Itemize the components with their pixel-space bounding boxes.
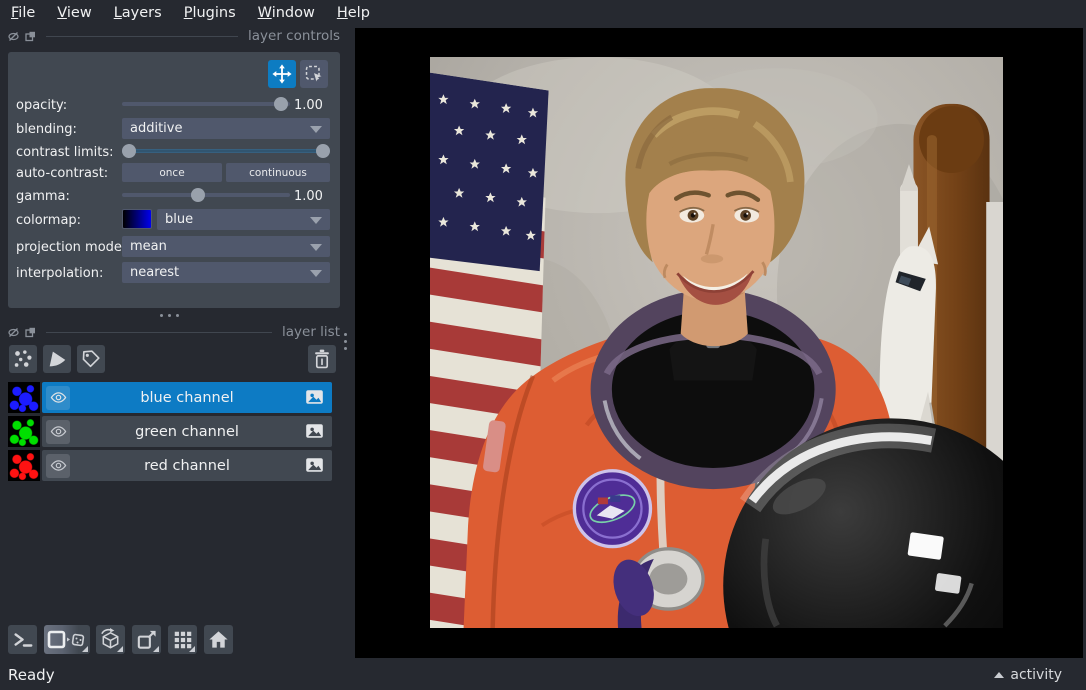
layer-row-blue-channel[interactable]: blue channel xyxy=(42,382,332,413)
layer-thumbnail-green[interactable] xyxy=(8,416,40,447)
labels-layer-icon xyxy=(82,350,100,368)
home-icon xyxy=(209,631,228,648)
transform-icon xyxy=(305,65,322,82)
layer-controls-title: layer controls xyxy=(248,28,340,44)
menu-file[interactable]: File xyxy=(0,3,46,23)
image-layer-icon xyxy=(305,423,324,439)
colormap-swatch[interactable] xyxy=(122,209,152,229)
layer-row-green-channel[interactable]: green channel xyxy=(42,416,332,447)
projection-mode-value: mean xyxy=(130,239,167,254)
expand-corner-icon xyxy=(117,646,123,652)
layer-row-red-channel[interactable]: red channel xyxy=(42,450,332,481)
gamma-label: gamma: xyxy=(16,189,70,204)
menu-view[interactable]: View xyxy=(46,3,102,23)
delete-layer-button[interactable] xyxy=(308,345,336,373)
dropdown-caret-icon xyxy=(310,217,322,224)
auto-contrast-once-button[interactable]: once xyxy=(122,163,222,182)
layer-name: red channel xyxy=(144,457,230,474)
interpolation-value: nearest xyxy=(130,265,180,280)
float-panel-icon[interactable] xyxy=(25,327,36,338)
napari-window: File View Layers Plugins Window Help lay… xyxy=(0,0,1086,690)
layer-list-header: layer list xyxy=(8,324,340,340)
contrast-limits-slider[interactable] xyxy=(122,144,330,158)
layer-list-title: layer list xyxy=(282,324,340,340)
colormap-label: colormap: xyxy=(16,213,82,228)
new-shapes-layer-button[interactable] xyxy=(43,345,71,373)
shapes-layer-icon xyxy=(49,351,66,367)
blending-value: additive xyxy=(130,121,183,136)
menu-plugins[interactable]: Plugins xyxy=(173,3,247,23)
colormap-dropdown[interactable]: blue xyxy=(157,209,330,230)
hide-panel-icon[interactable] xyxy=(8,327,19,338)
dropdown-caret-icon xyxy=(310,244,322,251)
viewer-canvas[interactable] xyxy=(355,28,1083,658)
activity-expand-icon xyxy=(994,672,1005,678)
blending-label: blending: xyxy=(16,122,77,137)
expand-corner-icon xyxy=(189,646,195,652)
dropdown-caret-icon xyxy=(310,270,322,277)
layer-name: green channel xyxy=(135,423,239,440)
float-panel-icon[interactable] xyxy=(25,31,36,42)
transpose-dimensions-button[interactable] xyxy=(132,625,161,654)
activity-label: activity xyxy=(1010,667,1062,683)
menu-window[interactable]: Window xyxy=(247,3,326,23)
transform-button[interactable] xyxy=(300,60,328,88)
interpolation-dropdown[interactable]: nearest xyxy=(122,262,330,283)
opacity-label: opacity: xyxy=(16,98,68,113)
colormap-value: blue xyxy=(165,212,194,227)
panel-resize-handle[interactable] xyxy=(160,314,179,317)
hide-panel-icon[interactable] xyxy=(8,31,19,42)
delete-icon xyxy=(315,349,329,369)
dropdown-caret-icon xyxy=(310,126,322,133)
points-layer-icon xyxy=(14,350,32,367)
status-message: Ready xyxy=(8,666,55,684)
expand-corner-icon xyxy=(153,646,159,652)
layer-thumbnail-red[interactable] xyxy=(8,450,40,481)
layer-controls-header: layer controls xyxy=(8,28,340,44)
layer-name: blue channel xyxy=(140,389,234,406)
layer-thumbnail-blue[interactable] xyxy=(8,382,40,413)
gamma-slider[interactable] xyxy=(122,188,290,202)
layer-controls-panel: opacity: 1.00 blending: additive contras… xyxy=(8,52,340,308)
pan-zoom-button[interactable] xyxy=(268,60,296,88)
roll-dimensions-button[interactable] xyxy=(96,625,125,654)
image-layer-icon xyxy=(305,457,324,473)
opacity-value: 1.00 xyxy=(294,98,323,113)
menu-help[interactable]: Help xyxy=(326,3,381,23)
contrast-limits-label: contrast limits: xyxy=(16,145,114,160)
status-bar: Ready activity xyxy=(0,658,1086,690)
dock-resize-handle[interactable] xyxy=(344,333,347,350)
blending-dropdown[interactable]: additive xyxy=(122,118,330,139)
ndisplay-toggle-button[interactable] xyxy=(44,625,90,654)
header-divider xyxy=(46,331,272,333)
console-icon xyxy=(13,632,32,647)
new-points-layer-button[interactable] xyxy=(9,345,37,373)
projection-mode-dropdown[interactable]: mean xyxy=(122,236,330,257)
activity-button[interactable]: activity xyxy=(994,667,1062,683)
auto-contrast-label: auto-contrast: xyxy=(16,166,109,181)
header-divider xyxy=(46,35,238,37)
menu-bar: File View Layers Plugins Window Help xyxy=(0,0,1086,25)
astronaut-image xyxy=(430,57,1003,628)
expand-corner-icon xyxy=(82,646,88,652)
console-button[interactable] xyxy=(8,625,37,654)
home-reset-view-button[interactable] xyxy=(204,625,233,654)
image-layer-icon xyxy=(305,389,324,405)
auto-contrast-continuous-button[interactable]: continuous xyxy=(226,163,330,182)
pan-arrows-icon xyxy=(272,64,292,84)
gamma-value: 1.00 xyxy=(294,189,323,204)
interpolation-label: interpolation: xyxy=(16,266,104,281)
opacity-slider[interactable] xyxy=(122,97,290,111)
projection-mode-label: projection mode: xyxy=(16,240,127,255)
menu-layers[interactable]: Layers xyxy=(103,3,173,23)
new-labels-layer-button[interactable] xyxy=(77,345,105,373)
grid-mode-button[interactable] xyxy=(168,625,197,654)
